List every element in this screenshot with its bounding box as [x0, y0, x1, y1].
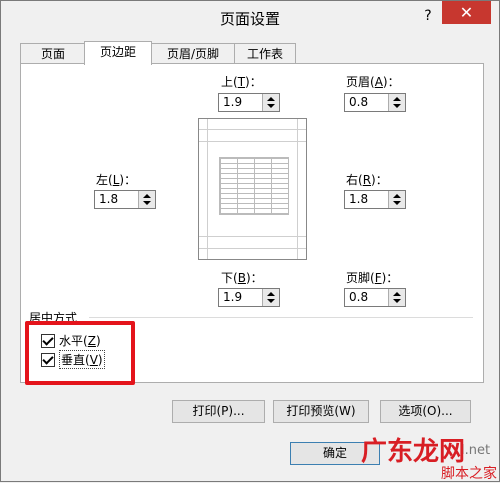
right-margin-key: R	[362, 173, 372, 187]
bottom-margin-label: 下(B)：	[221, 271, 263, 285]
spin-up-icon[interactable]	[393, 292, 401, 296]
right-margin-label-text: 右	[346, 173, 359, 187]
help-button[interactable]: ?	[415, 5, 441, 27]
top-margin-value[interactable]: 1.9	[223, 95, 242, 109]
page-preview	[198, 118, 307, 260]
footer-guide-line	[199, 248, 306, 249]
footer-margin-value[interactable]: 0.8	[349, 290, 368, 304]
footer-margin-spin-buttons[interactable]	[388, 289, 405, 306]
header-margin-value[interactable]: 0.8	[349, 95, 368, 109]
spin-down-icon[interactable]	[143, 201, 151, 205]
bottom-margin-guide-line	[199, 236, 306, 237]
print-preview-button[interactable]: 打印预览(W)	[273, 400, 369, 423]
left-margin-label: 左(L)：	[96, 173, 137, 187]
header-margin-spin-buttons[interactable]	[388, 94, 405, 111]
header-margin-label: 页眉(A)：	[346, 75, 400, 89]
spin-down-icon[interactable]	[393, 201, 401, 205]
spin-down-icon[interactable]	[267, 104, 275, 108]
watermark-url-fragment: l.net	[461, 443, 491, 458]
header-margin-spinner[interactable]: 0.8	[344, 93, 406, 112]
left-margin-key: L	[112, 173, 120, 187]
header-guide-line	[199, 129, 306, 130]
tab-margins[interactable]: 页边距	[84, 41, 152, 65]
spin-down-icon[interactable]	[267, 299, 275, 303]
top-margin-spinner[interactable]: 1.9	[218, 93, 280, 112]
top-margin-key: T	[237, 75, 246, 89]
top-margin-spin-buttons[interactable]	[262, 94, 279, 111]
page-setup-dialog: 页面设置 ? ✕ 页面 页边距 页眉/页脚 工作表 上(T)： 1.9 页眉(A…	[0, 0, 500, 482]
close-button[interactable]: ✕	[442, 1, 491, 24]
title-bar: 页面设置 ? ✕	[1, 1, 499, 33]
watermark: l.net 广东龙网 脚本之家	[361, 431, 500, 483]
footer-margin-key: F	[374, 271, 382, 285]
tab-header-footer[interactable]: 页眉/页脚	[150, 43, 236, 64]
header-margin-label-text: 页眉	[346, 75, 371, 89]
spin-up-icon[interactable]	[267, 292, 275, 296]
left-margin-spinner[interactable]: 1.8	[94, 190, 156, 209]
print-button[interactable]: 打印(P)...	[172, 400, 265, 423]
spin-up-icon[interactable]	[393, 194, 401, 198]
options-button[interactable]: 选项(O)...	[380, 400, 471, 423]
highlight-box	[25, 321, 135, 385]
bottom-margin-spin-buttons[interactable]	[262, 289, 279, 306]
right-margin-value[interactable]: 1.8	[349, 192, 368, 206]
left-margin-label-text: 左	[96, 173, 109, 187]
top-margin-label-text: 上	[221, 75, 234, 89]
right-margin-label: 右(R)：	[346, 173, 388, 187]
watermark-sub-text: 脚本之家	[441, 466, 497, 482]
footer-margin-spinner[interactable]: 0.8	[344, 288, 406, 307]
footer-margin-label-text: 页脚	[346, 271, 371, 285]
tab-sheet[interactable]: 工作表	[234, 43, 296, 64]
left-margin-spin-buttons[interactable]	[138, 191, 155, 208]
spin-down-icon[interactable]	[393, 104, 401, 108]
left-margin-guide-line	[207, 119, 208, 259]
bottom-margin-value[interactable]: 1.9	[223, 290, 242, 304]
tab-page[interactable]: 页面	[20, 43, 86, 64]
header-margin-key: A	[374, 75, 383, 89]
top-margin-guide-line	[199, 141, 306, 142]
bottom-margin-spinner[interactable]: 1.9	[218, 288, 280, 307]
right-margin-spin-buttons[interactable]	[388, 191, 405, 208]
left-margin-value[interactable]: 1.8	[99, 192, 118, 206]
spin-up-icon[interactable]	[393, 97, 401, 101]
spin-up-icon[interactable]	[267, 97, 275, 101]
center-group-divider	[89, 317, 473, 318]
footer-margin-label: 页脚(F)：	[346, 271, 399, 285]
right-margin-spinner[interactable]: 1.8	[344, 190, 406, 209]
spin-down-icon[interactable]	[393, 299, 401, 303]
bottom-margin-label-text: 下	[221, 271, 234, 285]
right-margin-guide-line	[297, 119, 298, 259]
top-margin-label: 上(T)：	[221, 75, 262, 89]
sheet-grid-preview	[219, 157, 289, 215]
spin-up-icon[interactable]	[143, 194, 151, 198]
bottom-margin-key: B	[237, 271, 246, 285]
